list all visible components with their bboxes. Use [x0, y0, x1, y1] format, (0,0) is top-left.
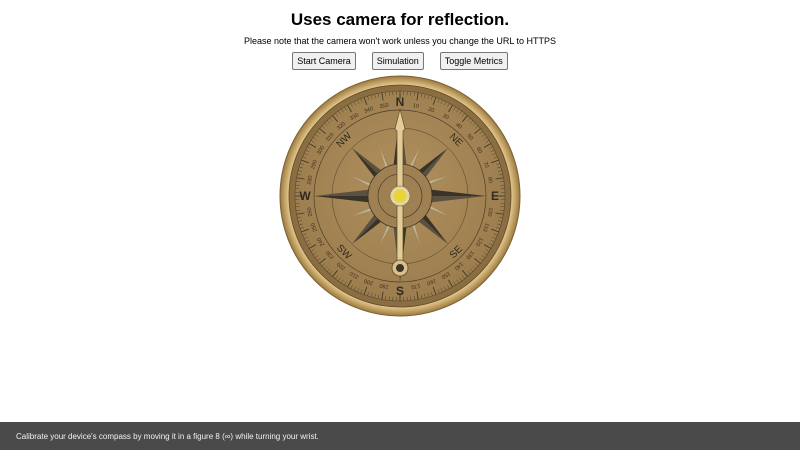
needle-tail-hole [396, 264, 404, 272]
start-camera-button[interactable]: Start Camera [292, 52, 356, 70]
degree-label: 10 [412, 103, 419, 110]
toolbar: Start Camera Simulation Toggle Metrics [0, 52, 800, 70]
page-title: Uses camera for reflection. [290, 10, 510, 29]
cardinal-e: E [491, 189, 499, 203]
pivot-icon [393, 189, 407, 203]
cardinal-n: N [396, 95, 405, 109]
cardinal-s: S [396, 284, 404, 298]
toggle-metrics-button[interactable]: Toggle Metrics [439, 52, 508, 70]
compass: 10 20 30 40 50 60 70 80 100 110 120 130 140 150 160 170… [279, 75, 521, 317]
needle-south [396, 197, 404, 262]
calibration-footer: Calibrate your device's compass by movin… [0, 422, 800, 450]
cardinal-w: W [299, 189, 311, 203]
calibration-text: Calibrate your device's compass by movin… [16, 431, 319, 441]
https-notice: Please note that the camera won't work u… [243, 36, 557, 46]
simulation-button[interactable]: Simulation [371, 52, 424, 70]
compass-graphic: 1020304050607080100110120130140150160170… [279, 75, 521, 317]
degree-label: 80 [486, 177, 493, 184]
